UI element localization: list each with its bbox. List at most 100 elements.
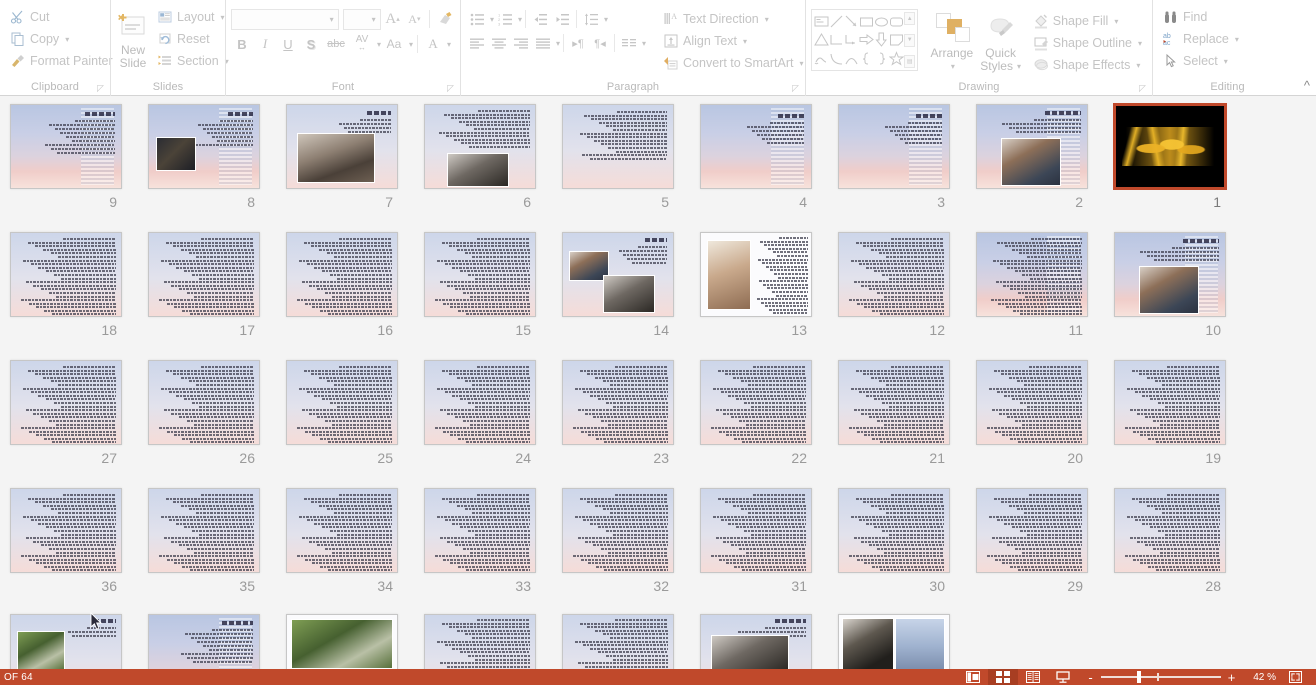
- fit-to-window-button[interactable]: [1282, 671, 1308, 683]
- zoom-slider-thumb[interactable]: [1137, 671, 1141, 683]
- slide-thumbnail-cell[interactable]: 9: [0, 104, 135, 210]
- font-name-input[interactable]: ▾: [231, 8, 339, 30]
- numbering-button[interactable]: 123: [494, 8, 516, 30]
- chevron-down-icon[interactable]: ▾: [1235, 35, 1239, 44]
- align-text-button[interactable]: Align Text ▾: [658, 30, 808, 52]
- text-box-shape-icon[interactable]: [814, 14, 829, 29]
- convert-to-smartart-button[interactable]: Convert to SmartArt ▾: [658, 52, 808, 74]
- oval-shape-icon[interactable]: [874, 14, 889, 29]
- star-shape-icon[interactable]: [889, 51, 905, 66]
- slide-thumbnail-cell[interactable]: 22: [687, 360, 825, 466]
- slide-thumbnail-cell[interactable]: [825, 614, 963, 669]
- shapes-more-button[interactable]: ▤: [904, 55, 916, 68]
- slide-thumbnail-cell[interactable]: [0, 614, 135, 669]
- copy-button[interactable]: Copy ▾: [5, 28, 105, 50]
- slide-thumbnail[interactable]: [976, 360, 1088, 445]
- chevron-down-icon[interactable]: ▾: [221, 13, 225, 22]
- format-painter-button[interactable]: Format Painter: [5, 50, 113, 72]
- line-spacing-button[interactable]: [580, 8, 602, 30]
- folded-corner-shape-icon[interactable]: [889, 32, 904, 47]
- slide-thumbnail-cell[interactable]: 36: [0, 488, 135, 594]
- new-slide-button[interactable]: New Slide: [116, 6, 150, 72]
- slide-thumbnail[interactable]: [10, 360, 122, 445]
- align-center-button[interactable]: [488, 32, 510, 54]
- zoom-out-button[interactable]: -: [1086, 670, 1095, 685]
- bullets-button[interactable]: [466, 8, 488, 30]
- strikethrough-button[interactable]: abc: [323, 33, 349, 55]
- line-shape-icon[interactable]: [829, 14, 844, 29]
- slide-thumbnail[interactable]: [10, 232, 122, 317]
- drawing-dialog-launcher[interactable]: ◸: [1139, 83, 1149, 93]
- slide-thumbnail[interactable]: [562, 360, 674, 445]
- slide-sorter-pane[interactable]: 9 8 7 6 5 4 3 2 1 18 17 16 15 14 13 12 11 10 27 26 25 24 23 22 2…: [0, 96, 1316, 669]
- chevron-down-icon[interactable]: ▾: [743, 37, 747, 46]
- slide-thumbnail-cell[interactable]: 33: [411, 488, 549, 594]
- chevron-down-icon[interactable]: ▾: [1138, 39, 1142, 48]
- quick-styles-button[interactable]: Quick Styles ▾: [978, 9, 1024, 74]
- slide-thumbnail-cell[interactable]: 30: [825, 488, 963, 594]
- slide-thumbnail-cell[interactable]: 31: [687, 488, 825, 594]
- right-arrow-shape-icon[interactable]: [859, 32, 874, 47]
- slide-thumbnail[interactable]: [838, 488, 950, 573]
- font-color-button[interactable]: A: [422, 33, 444, 55]
- slide-thumbnail-cell[interactable]: [135, 614, 273, 669]
- chevron-down-icon[interactable]: ▾: [765, 15, 769, 24]
- slide-thumbnail-cell[interactable]: 23: [549, 360, 687, 466]
- section-button[interactable]: Section ▾: [152, 50, 234, 72]
- slide-thumbnail-cell[interactable]: 3: [825, 104, 963, 210]
- slide-thumbnail[interactable]: [148, 614, 260, 669]
- slide-thumbnail[interactable]: [700, 360, 812, 445]
- shapes-scroll-up-button[interactable]: ▲: [904, 12, 916, 25]
- shapes-scroll-down-button[interactable]: ▼: [904, 33, 916, 47]
- rectangle-shape-icon[interactable]: [859, 14, 874, 29]
- chevron-down-icon[interactable]: ▾: [65, 35, 69, 44]
- slide-thumbnail-cell[interactable]: 5: [549, 104, 687, 210]
- decrease-indent-button[interactable]: [529, 8, 551, 30]
- slide-thumbnail-cell[interactable]: [687, 614, 825, 669]
- arc-shape-icon[interactable]: [844, 51, 859, 66]
- slide-thumbnail[interactable]: [148, 360, 260, 445]
- zoom-slider[interactable]: [1101, 669, 1221, 685]
- slide-thumbnail-cell[interactable]: 7: [273, 104, 411, 210]
- slide-thumbnail-cell[interactable]: [549, 614, 687, 669]
- clipboard-dialog-launcher[interactable]: ◸: [97, 83, 107, 93]
- chevron-down-icon[interactable]: ▾: [1224, 57, 1228, 66]
- slide-thumbnail-cell[interactable]: 2: [963, 104, 1101, 210]
- slide-thumbnail[interactable]: [424, 232, 536, 317]
- chevron-down-icon[interactable]: ▾: [447, 40, 451, 49]
- character-spacing-button[interactable]: AV ↔: [350, 33, 374, 55]
- shapes-gallery[interactable]: ▲ ▼ ▤: [811, 9, 919, 71]
- slide-thumbnail[interactable]: [10, 104, 122, 189]
- slide-thumbnail-cell[interactable]: 11: [963, 232, 1101, 338]
- slide-sorter-view-button[interactable]: [988, 669, 1018, 685]
- slide-thumbnail[interactable]: [424, 488, 536, 573]
- slide-thumbnail-cell[interactable]: 35: [135, 488, 273, 594]
- slide-thumbnail[interactable]: [700, 232, 812, 317]
- slide-thumbnail-cell[interactable]: 26: [135, 360, 273, 466]
- slide-thumbnail[interactable]: [976, 488, 1088, 573]
- align-right-button[interactable]: [510, 32, 532, 54]
- right-brace-shape-icon[interactable]: [874, 51, 889, 66]
- slide-thumbnail-cell[interactable]: 21: [825, 360, 963, 466]
- slide-thumbnail-cell[interactable]: 1: [1101, 104, 1239, 210]
- chevron-down-icon[interactable]: ▾: [642, 39, 646, 48]
- arrange-button[interactable]: Arrange ▾: [926, 9, 977, 74]
- bold-button[interactable]: B: [231, 33, 253, 55]
- slide-thumbnail[interactable]: [1114, 488, 1226, 573]
- justify-button[interactable]: [532, 32, 554, 54]
- text-direction-button[interactable]: A Text Direction ▾: [658, 8, 808, 30]
- change-case-button[interactable]: Aa: [382, 33, 406, 55]
- slide-thumbnail-cell[interactable]: 17: [135, 232, 273, 338]
- clear-formatting-button[interactable]: [435, 8, 455, 30]
- slide-thumbnail-cell[interactable]: 28: [1101, 488, 1239, 594]
- slide-thumbnail-selected[interactable]: [1114, 104, 1226, 189]
- slide-thumbnail-cell[interactable]: 8: [135, 104, 273, 210]
- slide-thumbnail[interactable]: [286, 232, 398, 317]
- elbow-arrow-connector-icon[interactable]: [844, 32, 859, 47]
- chevron-down-icon[interactable]: ▾: [556, 39, 560, 48]
- triangle-shape-icon[interactable]: [814, 32, 829, 47]
- slide-thumbnail-cell[interactable]: 34: [273, 488, 411, 594]
- ltr-direction-button[interactable]: ▸¶: [567, 32, 589, 54]
- underline-button[interactable]: U: [277, 33, 299, 55]
- slide-thumbnail-cell[interactable]: 19: [1101, 360, 1239, 466]
